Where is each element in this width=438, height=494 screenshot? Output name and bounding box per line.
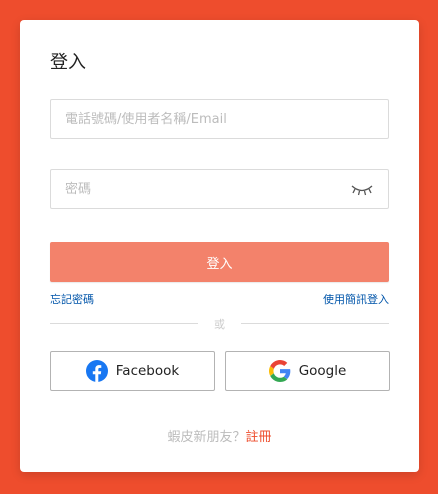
login-card: 登入 登入 忘記密碼 使用簡訊登入 或 Facebook — [20, 20, 419, 472]
divider-line-right — [241, 323, 389, 324]
sms-login-link[interactable]: 使用簡訊登入 — [323, 291, 389, 307]
login-button[interactable]: 登入 — [50, 242, 389, 282]
signup-prompt-text: 蝦皮新朋友？ — [167, 430, 246, 445]
eye-closed-icon[interactable] — [350, 182, 374, 198]
signup-link[interactable]: 註冊 — [246, 430, 272, 445]
google-login-button[interactable]: Google — [225, 351, 390, 391]
facebook-login-button[interactable]: Facebook — [50, 351, 215, 391]
login-title: 登入 — [50, 52, 86, 73]
facebook-icon — [85, 360, 108, 382]
password-input[interactable] — [51, 170, 388, 208]
divider-text: 或 — [214, 318, 225, 331]
signup-prompt: 蝦皮新朋友？註冊 — [20, 426, 419, 445]
google-label: Google — [298, 363, 347, 379]
username-field[interactable] — [50, 99, 389, 139]
username-input[interactable] — [51, 100, 388, 138]
password-field[interactable] — [50, 169, 389, 209]
or-divider: 或 — [50, 316, 389, 331]
facebook-label: Facebook — [115, 363, 180, 379]
forgot-password-link[interactable]: 忘記密碼 — [50, 291, 94, 307]
google-icon — [268, 360, 290, 382]
